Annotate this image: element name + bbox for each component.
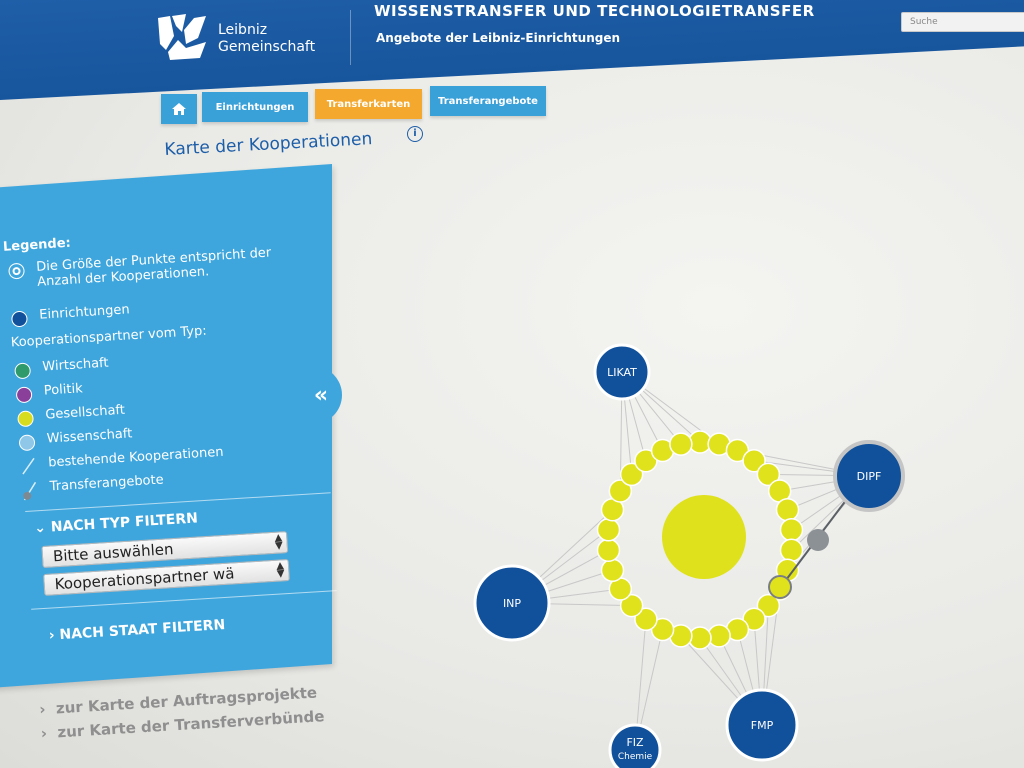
center-partner-node[interactable]	[662, 495, 746, 579]
node-label-inp: INP	[503, 597, 521, 610]
partner-node[interactable]	[669, 432, 693, 456]
partner-node[interactable]	[600, 558, 625, 583]
partner-node[interactable]	[596, 518, 621, 542]
node-label-fmp: FMP	[751, 719, 774, 732]
institution-node-fmp[interactable]: FMP	[725, 688, 799, 762]
node-label-fiz: FIZ	[626, 736, 644, 749]
partner-node[interactable]	[596, 538, 621, 562]
transfer-offer-node[interactable]	[807, 529, 829, 551]
institution-node-fiz-chemie[interactable]: FIZ Chemie	[608, 723, 662, 768]
node-label-likat: LIKAT	[607, 366, 637, 379]
partner-node[interactable]	[775, 497, 800, 522]
cooperation-network[interactable]: LIKAT DIPF INP FMP FIZ Chemie	[0, 0, 1024, 768]
institution-node-likat[interactable]: LIKAT	[593, 343, 651, 401]
partner-node[interactable]	[779, 538, 804, 562]
institution-node-dipf[interactable]: DIPF	[833, 440, 905, 512]
highlighted-partner-node[interactable]	[768, 575, 792, 599]
partner-node[interactable]	[779, 518, 804, 542]
institution-node-inp[interactable]: INP	[473, 564, 551, 642]
node-label-dipf: DIPF	[857, 470, 882, 483]
node-label-chemie: Chemie	[618, 752, 653, 762]
